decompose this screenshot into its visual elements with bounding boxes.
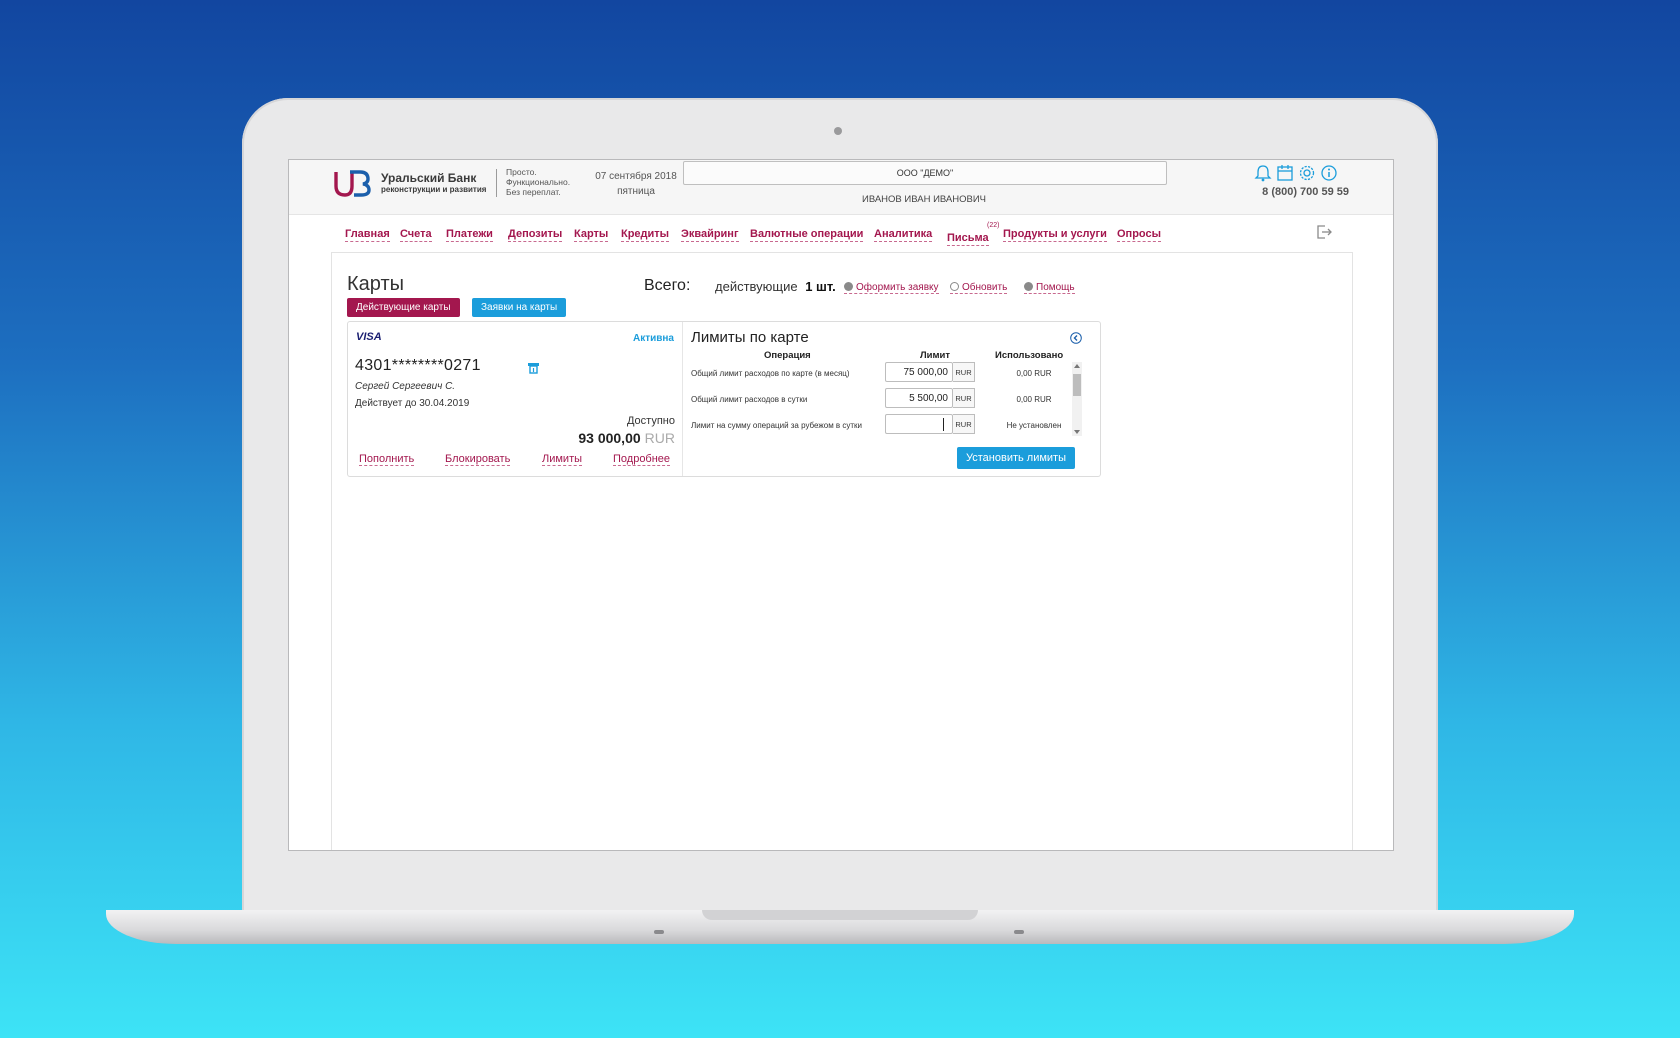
limit-used: 0,00 RUR: [1016, 369, 1052, 378]
letters-badge: (22): [987, 222, 1000, 229]
apply-link[interactable]: Оформить заявку: [844, 282, 939, 294]
limit-currency: RUR: [953, 414, 975, 434]
current-weekday: пятница: [617, 186, 655, 197]
total-label: Всего:: [644, 277, 691, 294]
limit-row: Общий лимит расходов в сутки 5 500,00 RU…: [691, 388, 1081, 412]
tab-active-cards[interactable]: Действующие карты: [347, 298, 460, 317]
tab-card-requests[interactable]: Заявки на карты: [472, 298, 567, 317]
laptop-foot: [1014, 930, 1024, 934]
support-phone: 8 (800) 700 59 59: [1262, 186, 1349, 198]
total-count: 1 шт.: [805, 279, 836, 294]
limit-input[interactable]: 75 000,00: [885, 362, 953, 382]
bank-name: Уральский Банк: [381, 171, 477, 185]
nav-item-acquiring[interactable]: Эквайринг: [681, 228, 739, 242]
nav-item-home[interactable]: Главная: [345, 228, 390, 242]
limit-row: Лимит на сумму операций за рубежом в сут…: [691, 414, 1081, 438]
card-holder: Сергей Сергеевич С.: [355, 381, 456, 392]
limit-input-focused[interactable]: [885, 414, 953, 434]
scroll-thumb[interactable]: [1073, 374, 1081, 396]
details-link[interactable]: Подробнее: [613, 453, 671, 466]
col-operation: Операция: [764, 350, 811, 361]
slogan: Просто. Функционально. Без переплат.: [506, 167, 571, 197]
card-number: 4301********0271: [355, 357, 481, 374]
card-brand: VISA: [356, 331, 382, 343]
help-icon: [1024, 282, 1033, 291]
limit-row: Общий лимит расходов по карте (в месяц) …: [691, 362, 1081, 386]
nav-item-surveys[interactable]: Опросы: [1117, 228, 1162, 242]
refresh-link[interactable]: Обновить: [950, 282, 1008, 294]
scroll-down-icon[interactable]: [1074, 430, 1080, 434]
nav-item-deposits[interactable]: Депозиты: [508, 228, 563, 242]
limits-scrollbar[interactable]: [1072, 362, 1082, 436]
col-used: Использовано: [995, 350, 1064, 361]
card-limits: Лимиты по карте Операция Лимит Использов…: [682, 322, 1100, 476]
nav-item-analytics[interactable]: Аналитика: [874, 228, 933, 242]
bell-icon[interactable]: [1254, 164, 1272, 182]
available-amount: 93 000,00 RUR: [578, 430, 675, 446]
limit-used: 0,00 RUR: [1016, 395, 1052, 404]
card-type-icon[interactable]: [527, 362, 540, 374]
nav-item-letters[interactable]: Письма: [947, 232, 989, 246]
nav-item-cards[interactable]: Карты: [574, 228, 609, 242]
available-label: Доступно: [626, 415, 675, 427]
limits-title: Лимиты по карте: [691, 329, 809, 346]
limit-operation: Лимит на сумму операций за рубежом в сут…: [691, 421, 863, 430]
card-panel: VISA Активна 4301********0271 Сергей Сер…: [347, 321, 1101, 477]
limit-used: Не установлен: [1006, 421, 1062, 430]
help-link[interactable]: Помощь: [1024, 282, 1075, 294]
topup-link[interactable]: Пополнить: [359, 453, 415, 466]
app-header: Уральский Банк реконструкции и развития …: [289, 160, 1393, 215]
laptop-notch: [702, 910, 978, 920]
camera: [834, 127, 842, 135]
set-limits-button[interactable]: Установить лимиты: [957, 447, 1076, 469]
header-icons: [1254, 164, 1344, 182]
gear-icon[interactable]: [1298, 164, 1316, 182]
card-valid-until: Действует до 30.04.2019: [355, 398, 470, 409]
collapse-icon[interactable]: [1070, 332, 1082, 344]
nav-item-accounts[interactable]: Счета: [400, 228, 432, 242]
limit-currency: RUR: [953, 362, 975, 382]
limit-input[interactable]: 5 500,00: [885, 388, 953, 408]
current-date: 07 сентября 2018: [595, 171, 677, 182]
limit-currency: RUR: [953, 388, 975, 408]
divider: [496, 169, 497, 197]
info-icon[interactable]: [1320, 164, 1338, 182]
block-link[interactable]: Блокировать: [445, 453, 511, 466]
nav-item-payments[interactable]: Платежи: [446, 228, 493, 242]
available-currency: RUR: [644, 430, 675, 446]
nav-item-currency[interactable]: Валютные операции: [750, 228, 864, 242]
plus-circle-icon: [844, 282, 853, 291]
limits-link[interactable]: Лимиты: [542, 453, 583, 466]
nav-item-credits[interactable]: Кредиты: [621, 228, 670, 242]
user-name: ИВАНОВ ИВАН ИВАНОВИЧ: [861, 194, 987, 205]
bank-subtitle: реконструкции и развития: [381, 185, 487, 194]
text-caret: [943, 418, 944, 431]
nav-item-products[interactable]: Продукты и услуги: [1003, 228, 1107, 242]
laptop-foot: [654, 930, 664, 934]
refresh-icon: [950, 282, 959, 291]
col-limit: Лимит: [920, 350, 951, 361]
organization-select[interactable]: ООО "ДЕМО": [683, 161, 1167, 185]
logout-icon[interactable]: [1316, 224, 1332, 240]
scroll-up-icon[interactable]: [1074, 364, 1080, 368]
nav-item-letters-wrap: Письма (22): [947, 222, 999, 246]
card-status: Активна: [632, 333, 674, 344]
total-summary: действующие 1 шт.: [715, 279, 836, 294]
card-info: VISA Активна 4301********0271 Сергей Сер…: [348, 322, 683, 476]
limit-operation: Общий лимит расходов по карте (в месяц): [691, 369, 850, 378]
bank-logo[interactable]: [333, 168, 371, 198]
limit-operation: Общий лимит расходов в сутки: [691, 395, 808, 404]
screen: Уральский Банк реконструкции и развития …: [288, 159, 1394, 851]
page-title: Карты: [347, 273, 404, 295]
calendar-icon[interactable]: [1276, 164, 1294, 182]
